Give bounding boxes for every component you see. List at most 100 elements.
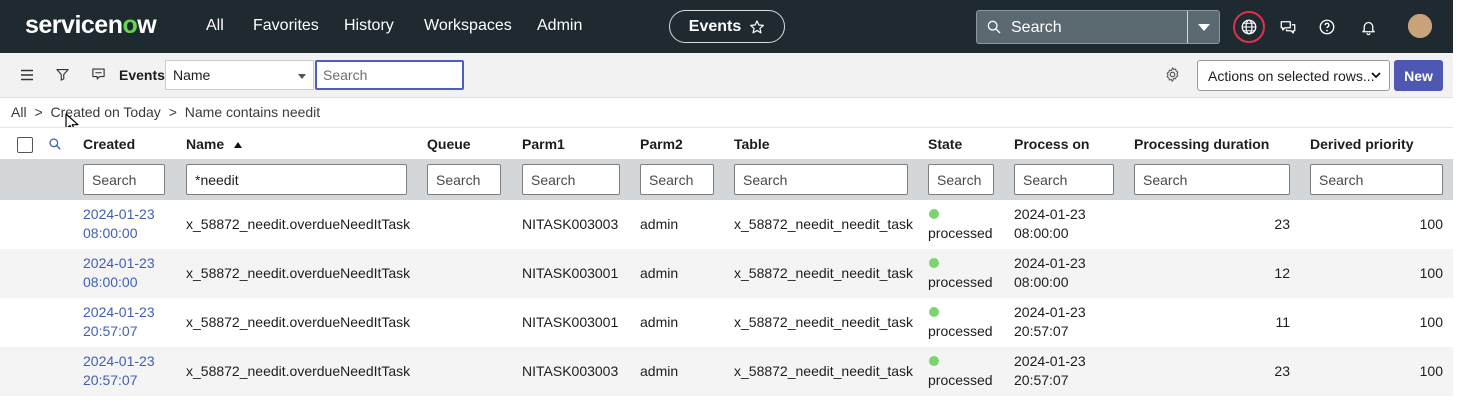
filter-created-input[interactable] bbox=[83, 164, 165, 195]
created-time: 08:00:00 bbox=[83, 274, 138, 290]
chat-icon[interactable] bbox=[1275, 14, 1301, 40]
process-on-date: 2024-01-23 bbox=[1014, 353, 1086, 369]
nav-favorites[interactable]: Favorites bbox=[253, 17, 319, 35]
cell-processing-duration: 23 bbox=[1274, 216, 1290, 232]
sort-ascending-icon bbox=[234, 142, 243, 148]
process-on-date: 2024-01-23 bbox=[1014, 255, 1086, 271]
gear-icon[interactable] bbox=[1164, 66, 1181, 83]
column-header-name[interactable]: Name bbox=[186, 136, 243, 152]
nav-history[interactable]: History bbox=[344, 17, 394, 35]
breadcrumb: All > Created on Today > Name contains n… bbox=[11, 104, 324, 120]
table-row[interactable]: 2024-01-23 20:57:07 x_58872_needit.overdue… bbox=[0, 298, 1453, 347]
created-link[interactable]: 2024-01-23 08:00:00 bbox=[83, 254, 155, 292]
cell-state: processed bbox=[928, 254, 993, 292]
presence-status-icon bbox=[1408, 14, 1432, 38]
process-on-time: 08:00:00 bbox=[1014, 274, 1069, 290]
bell-icon[interactable] bbox=[1355, 14, 1381, 40]
cell-state: processed bbox=[928, 205, 993, 243]
table-row[interactable]: 2024-01-23 08:00:00 x_58872_needit.overdue… bbox=[0, 200, 1453, 249]
filter-priority-input[interactable] bbox=[1310, 164, 1443, 195]
nav-all[interactable]: All bbox=[206, 17, 224, 35]
state-label: processed bbox=[928, 274, 993, 290]
cell-derived-priority: 100 bbox=[1419, 216, 1443, 232]
state-indicator-icon bbox=[929, 356, 939, 366]
filter-name-input[interactable] bbox=[186, 164, 407, 195]
cell-process-on: 2024-01-23 20:57:07 bbox=[1014, 352, 1086, 390]
filter-queue-input[interactable] bbox=[427, 164, 501, 195]
created-date: 2024-01-23 bbox=[83, 304, 155, 320]
top-navigation-bar: servicenow All Favorites History Workspa… bbox=[0, 0, 1453, 53]
breadcrumb-all[interactable]: All bbox=[11, 104, 27, 120]
search-icon bbox=[987, 20, 1001, 34]
chevron-down-icon bbox=[1371, 72, 1381, 79]
nav-workspaces[interactable]: Workspaces bbox=[424, 17, 512, 35]
select-all-checkbox[interactable] bbox=[17, 137, 33, 153]
search-field-select[interactable]: Name bbox=[165, 60, 314, 90]
column-header-queue[interactable]: Queue bbox=[427, 136, 471, 152]
hamburger-menu-icon[interactable] bbox=[20, 69, 34, 81]
cell-table: x_58872_needit_needit_task bbox=[734, 216, 914, 232]
actions-select-label: Actions on selected rows... bbox=[1208, 68, 1375, 84]
search-icon[interactable] bbox=[48, 137, 62, 151]
filter-state-input[interactable] bbox=[928, 164, 994, 195]
created-link[interactable]: 2024-01-23 20:57:07 bbox=[83, 352, 155, 390]
filter-table-input[interactable] bbox=[734, 164, 908, 195]
cell-table: x_58872_needit_needit_task bbox=[734, 265, 914, 281]
cell-derived-priority: 100 bbox=[1419, 363, 1443, 379]
cell-state: processed bbox=[928, 303, 993, 341]
table-row[interactable]: 2024-01-23 20:57:07 x_58872_needit.overdue… bbox=[0, 347, 1453, 396]
created-link[interactable]: 2024-01-23 20:57:07 bbox=[83, 303, 155, 341]
state-indicator-icon bbox=[929, 209, 939, 219]
column-header-derived-priority[interactable]: Derived priority bbox=[1310, 136, 1413, 152]
column-header-processing-duration[interactable]: Processing duration bbox=[1134, 136, 1269, 152]
table-row[interactable]: 2024-01-23 08:00:00 x_58872_needit.overdue… bbox=[0, 249, 1453, 298]
nav-admin[interactable]: Admin bbox=[537, 17, 582, 35]
cell-process-on: 2024-01-23 20:57:07 bbox=[1014, 303, 1086, 341]
filter-duration-input[interactable] bbox=[1134, 164, 1290, 195]
list-context-menu-icon[interactable] bbox=[91, 67, 106, 81]
breadcrumb-name-contains[interactable]: Name contains needit bbox=[185, 104, 320, 120]
chevron-down-icon bbox=[298, 74, 306, 79]
context-title: Events bbox=[688, 17, 742, 35]
cell-name: x_58872_needit.overdueNeedItTask bbox=[186, 363, 411, 379]
column-header-process-on[interactable]: Process on bbox=[1014, 136, 1089, 152]
globe-icon[interactable] bbox=[1236, 14, 1262, 40]
cell-table: x_58872_needit_needit_task bbox=[734, 314, 914, 330]
column-header-parm1[interactable]: Parm1 bbox=[522, 136, 565, 152]
list-title: Events bbox=[119, 67, 165, 83]
column-header-parm2[interactable]: Parm2 bbox=[640, 136, 683, 152]
search-scope-dropdown-icon[interactable] bbox=[1198, 24, 1210, 31]
star-icon[interactable] bbox=[749, 19, 765, 35]
created-time: 20:57:07 bbox=[83, 372, 138, 388]
created-link[interactable]: 2024-01-23 08:00:00 bbox=[83, 205, 155, 243]
global-search[interactable]: Search bbox=[976, 10, 1220, 44]
cell-parm1: NITASK003003 bbox=[522, 363, 619, 379]
help-icon[interactable] bbox=[1314, 14, 1340, 40]
column-header-table[interactable]: Table bbox=[734, 136, 770, 152]
cell-parm2: admin bbox=[640, 216, 679, 232]
filter-parm2-input[interactable] bbox=[640, 164, 714, 195]
cell-process-on: 2024-01-23 08:00:00 bbox=[1014, 205, 1086, 243]
list-toolbar: Events Name Actions on selected rows... … bbox=[0, 53, 1453, 98]
new-button[interactable]: New bbox=[1394, 60, 1443, 91]
servicenow-logo[interactable]: servicenow bbox=[25, 11, 157, 40]
context-title-pill[interactable]: Events bbox=[669, 10, 785, 43]
cell-parm1: NITASK003003 bbox=[522, 216, 619, 232]
column-header-created[interactable]: Created bbox=[83, 136, 135, 152]
filter-process-on-input[interactable] bbox=[1014, 164, 1114, 195]
filter-parm1-input[interactable] bbox=[522, 164, 620, 195]
cell-name: x_58872_needit.overdueNeedItTask bbox=[186, 216, 411, 232]
process-on-date: 2024-01-23 bbox=[1014, 304, 1086, 320]
cell-derived-priority: 100 bbox=[1419, 314, 1443, 330]
column-header-state[interactable]: State bbox=[928, 136, 962, 152]
cell-derived-priority: 100 bbox=[1419, 265, 1443, 281]
cell-state: processed bbox=[928, 352, 993, 390]
process-on-time: 20:57:07 bbox=[1014, 372, 1069, 388]
created-time: 08:00:00 bbox=[83, 225, 138, 241]
cell-process-on: 2024-01-23 08:00:00 bbox=[1014, 254, 1086, 292]
actions-select[interactable]: Actions on selected rows... bbox=[1197, 60, 1390, 91]
state-indicator-icon bbox=[929, 307, 939, 317]
list-search-input[interactable] bbox=[315, 60, 464, 90]
filter-icon[interactable] bbox=[55, 67, 70, 82]
global-search-placeholder: Search bbox=[1011, 19, 1062, 36]
